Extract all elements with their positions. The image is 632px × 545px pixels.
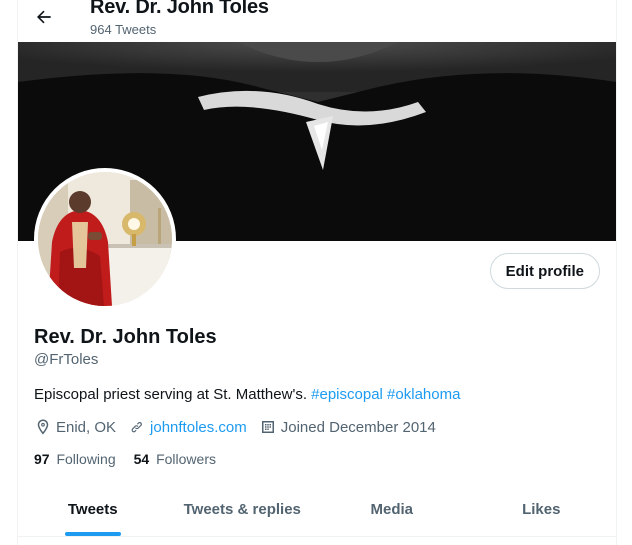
follow-stats: 97 Following 54 Followers bbox=[34, 451, 234, 467]
profile-name: Rev. Dr. John Toles bbox=[34, 326, 217, 348]
profile-header-bar: Rev. Dr. John Toles 964 Tweets bbox=[18, 0, 616, 42]
following-link[interactable]: 97 Following bbox=[34, 451, 116, 467]
website-item: johnftoles.com bbox=[128, 418, 247, 436]
tab-likes[interactable]: Likes bbox=[467, 483, 617, 536]
link-icon bbox=[131, 421, 142, 433]
followers-count: 54 bbox=[133, 451, 150, 467]
calendar-icon bbox=[261, 421, 274, 433]
tab-tweets-replies[interactable]: Tweets & replies bbox=[168, 483, 318, 536]
followers-link[interactable]: 54 Followers bbox=[134, 451, 216, 467]
profile-meta: Enid, OK johnftoles.com Joined December … bbox=[34, 418, 448, 436]
header-title: Rev. Dr. John Toles bbox=[90, 0, 269, 18]
profile-column: Rev. Dr. John Toles 964 Tweets Edit prof… bbox=[17, 0, 617, 545]
joined-item: Joined December 2014 bbox=[259, 418, 436, 436]
tab-media[interactable]: Media bbox=[317, 483, 467, 536]
joined-text: Joined December 2014 bbox=[280, 418, 436, 436]
location-item: Enid, OK bbox=[34, 418, 116, 436]
hashtag-episcopal[interactable]: #episcopal bbox=[311, 386, 383, 403]
avatar-image bbox=[38, 172, 172, 306]
back-button[interactable] bbox=[29, 2, 59, 32]
tab-tweets-label: Tweets bbox=[67, 501, 118, 518]
edit-profile-button[interactable]: Edit profile bbox=[489, 253, 600, 289]
following-count: 97 bbox=[34, 451, 50, 467]
location-pin-icon bbox=[37, 419, 49, 435]
profile-bio: Episcopal priest serving at St. Matthew'… bbox=[34, 386, 460, 403]
followers-label: Followers bbox=[156, 451, 216, 467]
tab-tweets-replies-label: Tweets & replies bbox=[183, 501, 301, 518]
avatar[interactable] bbox=[34, 168, 176, 310]
tab-likes-label: Likes bbox=[522, 501, 561, 518]
tab-media-label: Media bbox=[370, 501, 413, 518]
profile-handle: @FrToles bbox=[34, 351, 99, 368]
bio-text: Episcopal priest serving at St. Matthew'… bbox=[34, 386, 307, 403]
website-link[interactable]: johnftoles.com bbox=[150, 419, 247, 436]
profile-tabs: Tweets Tweets & replies Media Likes bbox=[18, 483, 616, 537]
arrow-left-icon bbox=[37, 10, 51, 24]
active-tab-indicator bbox=[64, 532, 121, 536]
location-text: Enid, OK bbox=[56, 418, 117, 436]
tab-tweets[interactable]: Tweets bbox=[18, 483, 168, 536]
hashtag-oklahoma[interactable]: #oklahoma bbox=[387, 386, 460, 403]
header-tweet-count: 964 Tweets bbox=[90, 22, 157, 37]
following-label: Following bbox=[56, 451, 116, 467]
